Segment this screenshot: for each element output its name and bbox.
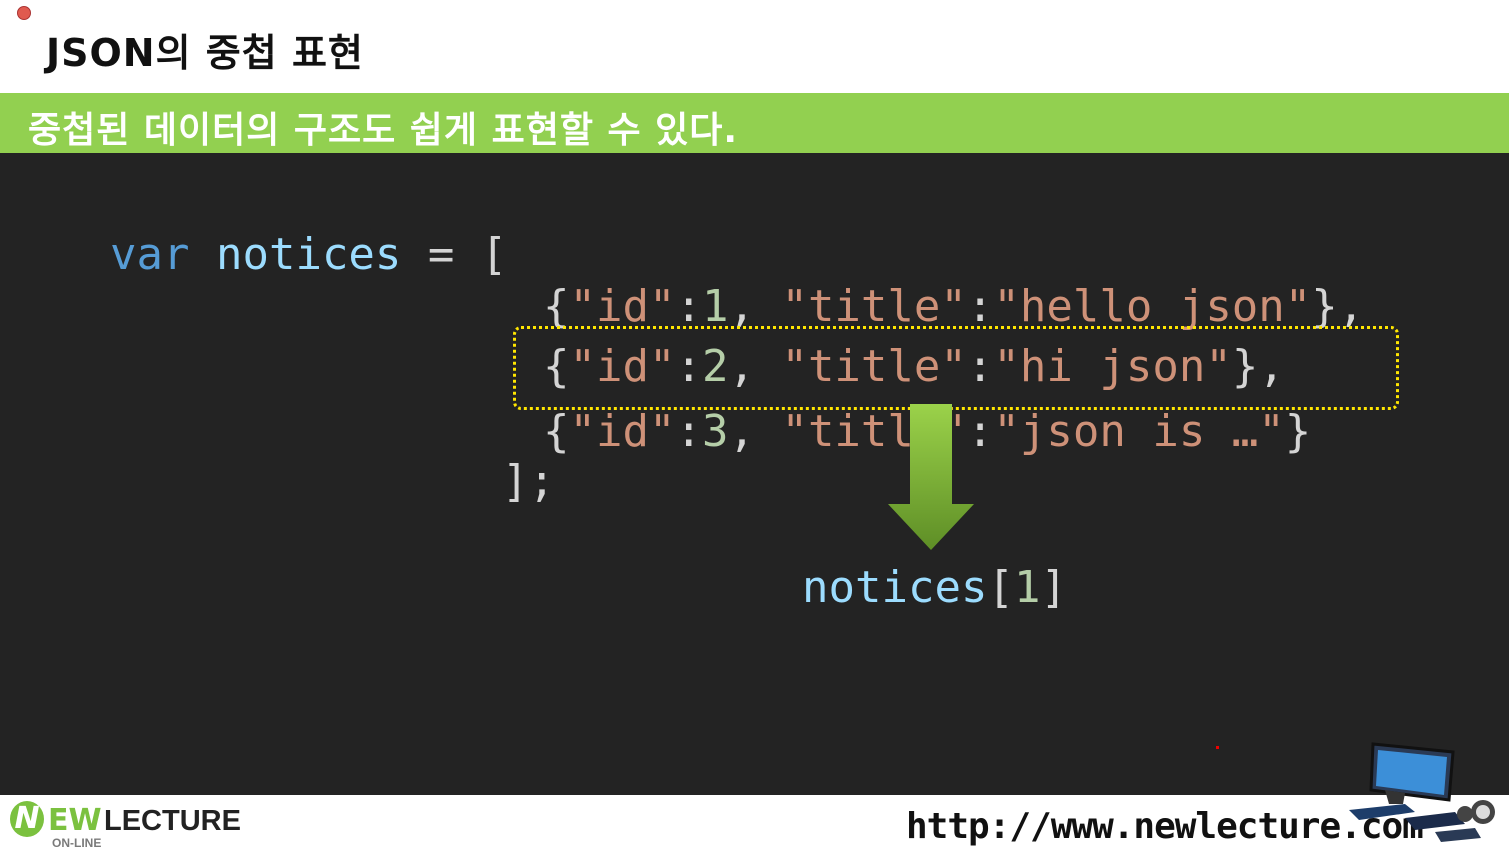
record-indicator-icon	[17, 6, 31, 20]
highlight-box	[513, 326, 1399, 410]
assign-operator: =	[427, 229, 455, 280]
code-line-declaration: var notices = [	[110, 233, 507, 277]
variable-notices: notices	[215, 229, 402, 280]
code-line-object-1: {"id":1, "title":"hello json"},	[543, 281, 1365, 332]
subtitle-banner: 중첩된 데이터의 구조도 쉽게 표현할 수 있다.	[0, 93, 1509, 153]
logo-n-mark: N	[10, 801, 44, 837]
computer-illustration-icon	[1349, 742, 1495, 842]
result-expression: notices[1]	[802, 562, 1067, 613]
logo-lecture: LECTURE	[104, 805, 241, 837]
result-variable: notices	[802, 562, 988, 613]
down-arrow-icon	[888, 404, 974, 550]
logo-ew: EW	[48, 803, 102, 838]
subtitle-text: 중첩된 데이터의 구조도 쉽게 표현할 수 있다.	[28, 110, 739, 151]
cursor-dot	[1216, 746, 1219, 749]
keyword-var: var	[110, 229, 190, 280]
array-open-bracket: [	[480, 229, 508, 280]
code-line-closing: ];	[502, 456, 555, 507]
logo-online: ON-LINE	[52, 836, 102, 850]
slide-title: JSON의 중첩 표현	[46, 31, 364, 75]
result-index: 1	[1013, 562, 1041, 613]
